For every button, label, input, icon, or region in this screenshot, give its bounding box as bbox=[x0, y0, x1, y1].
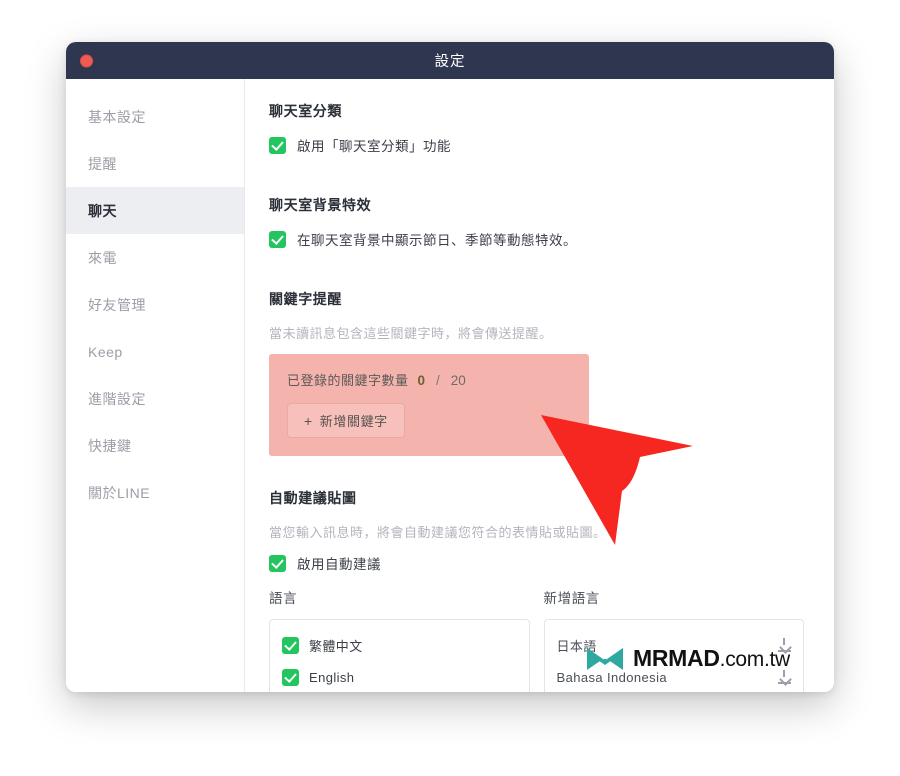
list-item[interactable]: 繁體中文 bbox=[282, 629, 517, 661]
sidebar-item-label: 聊天 bbox=[88, 202, 117, 219]
section-description: 當您輸入訊息時，將會自動建議您符合的表情貼或貼圖。 bbox=[269, 525, 607, 540]
section-title: 關鍵字提醒 bbox=[269, 291, 342, 307]
sidebar-item-label: Keep bbox=[88, 343, 123, 360]
keyword-count-row: 已登錄的關鍵字數量 0 / 20 bbox=[287, 370, 571, 389]
language-list[interactable]: 繁體中文 English Español Latinoamérica bbox=[269, 619, 530, 692]
sidebar-item-keep[interactable]: Keep bbox=[66, 328, 244, 375]
checkbox-checked-icon[interactable] bbox=[282, 668, 299, 686]
sidebar-item-label: 進階設定 bbox=[88, 390, 146, 407]
sidebar-item-label: 關於LINE bbox=[88, 484, 151, 501]
checkbox-checked-icon[interactable] bbox=[269, 554, 286, 572]
watermark-domain: .com.tw bbox=[719, 648, 791, 671]
sidebar-item-label: 來電 bbox=[88, 249, 117, 266]
settings-window: 設定 基本設定 提醒 聊天 來電 好友管理 Keep 進階設定 快捷鍵 關於LI… bbox=[66, 42, 834, 692]
section-title: 聊天室分類 bbox=[269, 103, 342, 119]
keyword-count-separator: / bbox=[436, 373, 440, 388]
settings-content: 聊天室分類 啟用「聊天室分類」功能 聊天室背景特效 在聊天室背景中顯示節日、季節… bbox=[245, 79, 834, 692]
sidebar-item-friends[interactable]: 好友管理 bbox=[66, 281, 244, 328]
checkbox-label: 啟用自動建議 bbox=[297, 557, 381, 572]
chatroom-category-checkbox-row[interactable]: 啟用「聊天室分類」功能 bbox=[269, 135, 804, 155]
sidebar-item-label: 基本設定 bbox=[88, 108, 146, 125]
window-title: 設定 bbox=[434, 54, 466, 70]
section-keyword-alert: 關鍵字提醒 當未讀訊息包含這些關鍵字時，將會傳送提醒。 已登錄的關鍵字數量 0 … bbox=[269, 289, 804, 456]
language-column-title: 語言 bbox=[269, 591, 298, 606]
add-language-column-title: 新增語言 bbox=[543, 591, 600, 606]
sidebar-item-basic[interactable]: 基本設定 bbox=[66, 93, 244, 140]
watermark: MRMAD.com.tw bbox=[585, 645, 790, 672]
language-column: 語言 繁體中文 English bbox=[269, 587, 530, 692]
download-icon[interactable] bbox=[778, 670, 791, 684]
add-keyword-label: 新增關鍵字 bbox=[319, 414, 388, 429]
checkbox-checked-icon[interactable] bbox=[282, 636, 299, 654]
section-title: 自動建議貼圖 bbox=[269, 490, 357, 506]
checkbox-checked-icon[interactable] bbox=[269, 230, 286, 248]
plus-icon: + bbox=[304, 412, 313, 429]
section-description: 當未讀訊息包含這些關鍵字時，將會傳送提醒。 bbox=[269, 326, 553, 341]
add-language-column: 新增語言 日本語 Bahasa Indonesia 한국어 bbox=[543, 587, 804, 692]
list-item[interactable]: English bbox=[282, 661, 517, 692]
watermark-text: MRMAD.com.tw bbox=[633, 645, 790, 672]
chatroom-background-checkbox-row[interactable]: 在聊天室背景中顯示節日、季節等動態特效。 bbox=[269, 229, 804, 249]
sidebar-item-label: 快捷鍵 bbox=[88, 437, 132, 454]
window-titlebar: 設定 bbox=[66, 42, 834, 79]
mrmad-logo-icon bbox=[587, 647, 623, 670]
language-columns: 語言 繁體中文 English 新增語言 日本語 Bahasa Indonesi… bbox=[269, 587, 804, 692]
close-dot-icon[interactable] bbox=[80, 54, 93, 67]
checkbox-label: 在聊天室背景中顯示節日、季節等動態特效。 bbox=[297, 233, 577, 248]
settings-sidebar: 基本設定 提醒 聊天 來電 好友管理 Keep 進階設定 快捷鍵 關於LINE bbox=[66, 79, 245, 692]
sidebar-item-about[interactable]: 關於LINE bbox=[66, 469, 244, 516]
checkbox-checked-icon[interactable] bbox=[269, 136, 286, 154]
sidebar-item-calls[interactable]: 來電 bbox=[66, 234, 244, 281]
window-body: 基本設定 提醒 聊天 來電 好友管理 Keep 進階設定 快捷鍵 關於LINE … bbox=[66, 79, 834, 692]
sidebar-item-label: 提醒 bbox=[88, 155, 117, 172]
add-keyword-button[interactable]: + 新增關鍵字 bbox=[287, 403, 405, 438]
section-chatroom-category: 聊天室分類 啟用「聊天室分類」功能 bbox=[269, 101, 804, 155]
sidebar-item-advanced[interactable]: 進階設定 bbox=[66, 375, 244, 422]
keyword-count-max: 20 bbox=[450, 373, 466, 388]
sidebar-item-notifications[interactable]: 提醒 bbox=[66, 140, 244, 187]
sidebar-item-chat[interactable]: 聊天 bbox=[66, 187, 244, 234]
language-name: 繁體中文 bbox=[309, 638, 363, 654]
watermark-brand: MRMAD bbox=[633, 645, 720, 671]
keyword-count-current: 0 bbox=[417, 373, 426, 388]
sidebar-item-shortcuts[interactable]: 快捷鍵 bbox=[66, 422, 244, 469]
keyword-highlight-box: 已登錄的關鍵字數量 0 / 20 + 新增關鍵字 bbox=[269, 354, 589, 456]
sidebar-item-label: 好友管理 bbox=[88, 296, 146, 313]
language-name: English bbox=[309, 669, 355, 685]
section-title: 聊天室背景特效 bbox=[269, 197, 372, 213]
checkbox-label: 啟用「聊天室分類」功能 bbox=[297, 139, 451, 154]
auto-sticker-checkbox-row[interactable]: 啟用自動建議 bbox=[269, 553, 804, 573]
section-chatroom-background: 聊天室背景特效 在聊天室背景中顯示節日、季節等動態特效。 bbox=[269, 195, 804, 249]
keyword-count-label: 已登錄的關鍵字數量 bbox=[287, 373, 409, 388]
